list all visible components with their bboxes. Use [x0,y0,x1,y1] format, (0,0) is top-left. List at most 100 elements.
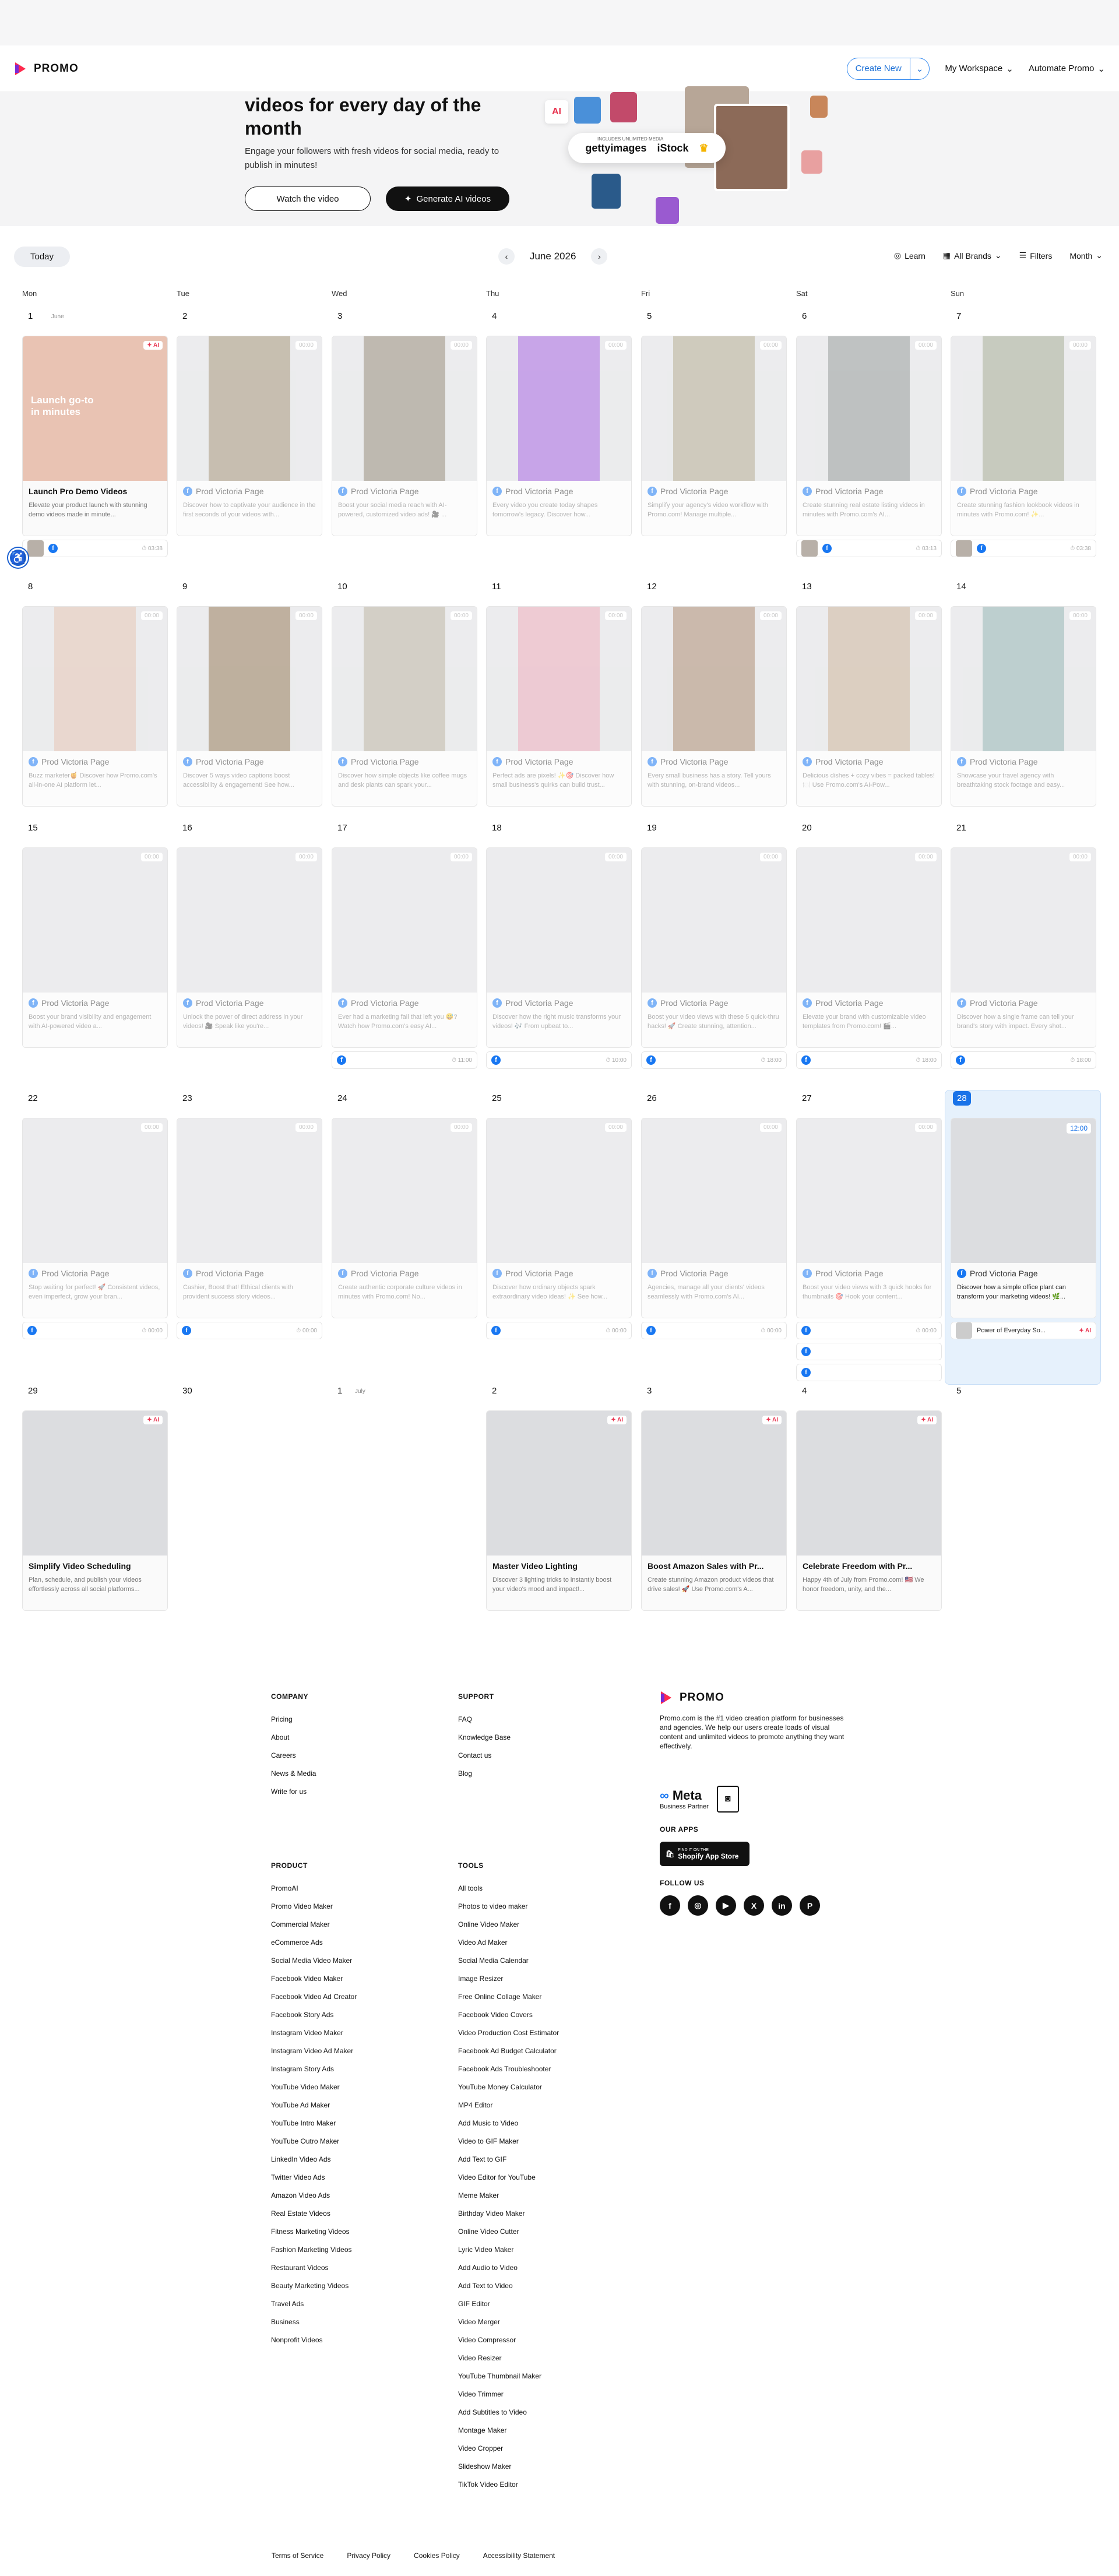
footer-link[interactable]: Add Audio to Video [458,2259,559,2277]
scheduled-sub-item[interactable]: f ⏱ 03:38 [22,540,168,557]
footer-link[interactable]: FAQ [458,1711,511,1729]
scheduled-post-card[interactable]: 00:00 f Prod Victoria Page Create stunning … [951,336,1096,536]
scheduled-post-card[interactable]: 00:00 f Prod Victoria Page Discover how sim… [332,606,477,807]
footer-link[interactable]: Social Media Video Maker [271,1952,357,1970]
learn-button[interactable]: ◎ Learn [894,251,926,261]
footer-link[interactable]: Video to GIF Maker [458,2132,559,2151]
footer-link[interactable]: Video Ad Maker [458,1934,559,1952]
scheduled-sub-item[interactable]: f ⏱ 00:00 [641,1322,787,1339]
footer-link[interactable]: Video Cropper [458,2440,559,2458]
footer-link[interactable]: Promo Video Maker [271,1898,357,1916]
scheduled-sub-item[interactable]: f ⏱ 18:00 [796,1051,942,1069]
footer-link[interactable]: Video Trimmer [458,2385,559,2403]
footer-link[interactable]: Birthday Video Maker [458,2205,559,2223]
ai-suggestion-card[interactable]: ✦ AI Master Video Lighting Discover 3 ligh… [486,1410,632,1611]
footer-link[interactable]: Add Text to Video [458,2277,559,2295]
footer-link[interactable]: Facebook Video Ad Creator [271,1988,357,2006]
footer-link[interactable]: Fashion Marketing Videos [271,2241,357,2259]
footer-link[interactable]: Video Production Cost Estimator [458,2024,559,2042]
footer-link[interactable]: Careers [271,1747,316,1765]
scheduled-post-card[interactable]: 00:00 f Prod Victoria Page Perfect ads are … [486,606,632,807]
workspace-menu[interactable]: My Workspace ⌄ [945,64,1014,74]
scheduled-post-card[interactable]: 00:00 f Prod Victoria Page Agencies, manage… [641,1118,787,1318]
footer-link[interactable]: Add Subtitles to Video [458,2403,559,2422]
footer-link[interactable]: YouTube Thumbnail Maker [458,2367,559,2385]
footer-link[interactable]: Meme Maker [458,2187,559,2205]
footer-link[interactable]: Slideshow Maker [458,2458,559,2476]
brands-dropdown[interactable]: ▦ All Brands ⌄ [943,251,1002,261]
footer-link[interactable]: All tools [458,1880,559,1898]
automate-promo-menu[interactable]: Automate Promo ⌄ [1029,64,1105,74]
legal-link[interactable]: Accessibility Statement [483,2552,555,2560]
scheduled-sub-item[interactable]: f ⏱ 03:13 [796,540,942,557]
footer-link[interactable]: YouTube Ad Maker [271,2096,357,2114]
footer-link[interactable]: Video Compressor [458,2331,559,2349]
filters-button[interactable]: ☰ Filters [1019,251,1053,261]
footer-link[interactable]: Free Online Collage Maker [458,1988,559,2006]
footer-link[interactable]: About [271,1729,316,1747]
footer-link[interactable]: Online Video Cutter [458,2223,559,2241]
legal-link[interactable]: Privacy Policy [347,2552,390,2560]
scheduled-post-card[interactable]: 00:00 f Prod Victoria Page Boost your video… [641,847,787,1048]
linkedin-icon[interactable]: in [772,1895,792,1916]
scheduled-post-card[interactable]: 00:00 f Prod Victoria Page Simplify your ag… [641,336,787,536]
x-icon[interactable]: X [744,1895,764,1916]
scheduled-post-card[interactable]: 00:00 f Prod Victoria Page Cashier, Boost t… [177,1118,322,1318]
scheduled-post-card[interactable]: 00:00 f Prod Victoria Page Discover how the… [486,847,632,1048]
footer-link[interactable]: Facebook Video Covers [458,2006,559,2024]
legal-link[interactable]: Cookies Policy [414,2552,460,2560]
chevron-down-icon[interactable]: ⌄ [909,58,930,79]
scheduled-sub-item[interactable]: f ⏱ 03:38 [951,540,1096,557]
footer-link[interactable]: Pricing [271,1711,316,1729]
shopify-app-store-button[interactable]: 🛍 FIND IT ON THE Shopify App Store [660,1842,749,1866]
footer-link[interactable]: Contact us [458,1747,511,1765]
scheduled-sub-item[interactable]: f ⏱ 11:00 [332,1051,477,1069]
footer-link[interactable]: eCommerce Ads [271,1934,357,1952]
footer-link[interactable]: Beauty Marketing Videos [271,2277,357,2295]
scheduled-post-card[interactable]: 00:00 f Prod Victoria Page Every video you … [486,336,632,536]
footer-link[interactable]: Add Text to GIF [458,2151,559,2169]
footer-link[interactable]: Real Estate Videos [271,2205,357,2223]
scheduled-sub-item[interactable]: f ⏱ 00:00 [177,1322,322,1339]
scheduled-sub-item[interactable]: f ⏱ 00:00 [796,1322,942,1339]
footer-link[interactable]: Fitness Marketing Videos [271,2223,357,2241]
scheduled-post-card[interactable]: 00:00 f Prod Victoria Page Create authentic… [332,1118,477,1318]
scheduled-post-card[interactable]: 00:00 f Prod Victoria Page Discover how to … [177,336,322,536]
scheduled-post-card[interactable]: 00:00 f Prod Victoria Page Showcase your tr… [951,606,1096,807]
scheduled-post-card[interactable]: 00:00 f Prod Victoria Page Elevate your bra… [796,847,942,1048]
footer-link[interactable]: Restaurant Videos [271,2259,357,2277]
scheduled-post-card[interactable]: 00:00 f Prod Victoria Page Create stunning … [796,336,942,536]
youtube-icon[interactable]: ▶ [716,1895,736,1916]
legal-link[interactable]: Terms of Service [272,2552,323,2560]
footer-link[interactable]: TikTok Video Editor [458,2476,559,2494]
generate-ai-videos-button[interactable]: ✦ Generate AI videos [386,186,509,211]
scheduled-post-card[interactable]: 00:00 f Prod Victoria Page Boost your socia… [332,336,477,536]
footer-link[interactable]: Online Video Maker [458,1916,559,1934]
create-new-button[interactable]: Create New ⌄ [846,57,930,80]
footer-link[interactable]: Instagram Story Ads [271,2060,357,2078]
footer-link[interactable]: Facebook Video Maker [271,1970,357,1988]
scheduled-post-card[interactable]: 00:00 f Prod Victoria Page Buzz marketer🍯 D… [22,606,168,807]
scheduled-sub-item[interactable]: Power of Everyday So... ✦ AI [951,1322,1096,1339]
scheduled-sub-item[interactable]: f [796,1343,942,1360]
scheduled-post-card[interactable]: 00:00 f Prod Victoria Page Boost your brand… [22,847,168,1048]
scheduled-post-card[interactable]: 00:00 f Prod Victoria Page Delicious dishes… [796,606,942,807]
accessibility-icon[interactable]: ♿ [8,548,28,568]
footer-link[interactable]: Montage Maker [458,2422,559,2440]
pinterest-icon[interactable]: P [800,1895,820,1916]
footer-link[interactable]: PromoAI [271,1880,357,1898]
footer-link[interactable]: YouTube Money Calculator [458,2078,559,2096]
scheduled-sub-item[interactable]: f [796,1364,942,1381]
footer-link[interactable]: Instagram Video Ad Maker [271,2042,357,2060]
footer-link[interactable]: LinkedIn Video Ads [271,2151,357,2169]
footer-link[interactable]: Knowledge Base [458,1729,511,1747]
footer-link[interactable]: Travel Ads [271,2295,357,2313]
prev-month-icon[interactable]: ‹ [498,248,515,265]
footer-link[interactable]: Commercial Maker [271,1916,357,1934]
scheduled-sub-item[interactable]: f ⏱ 10:00 [486,1051,632,1069]
footer-link[interactable]: YouTube Video Maker [271,2078,357,2096]
footer-link[interactable]: Photos to video maker [458,1898,559,1916]
footer-link[interactable]: Instagram Video Maker [271,2024,357,2042]
footer-link[interactable]: Facebook Ads Troubleshooter [458,2060,559,2078]
scheduled-sub-item[interactable]: f ⏱ 00:00 [22,1322,168,1339]
